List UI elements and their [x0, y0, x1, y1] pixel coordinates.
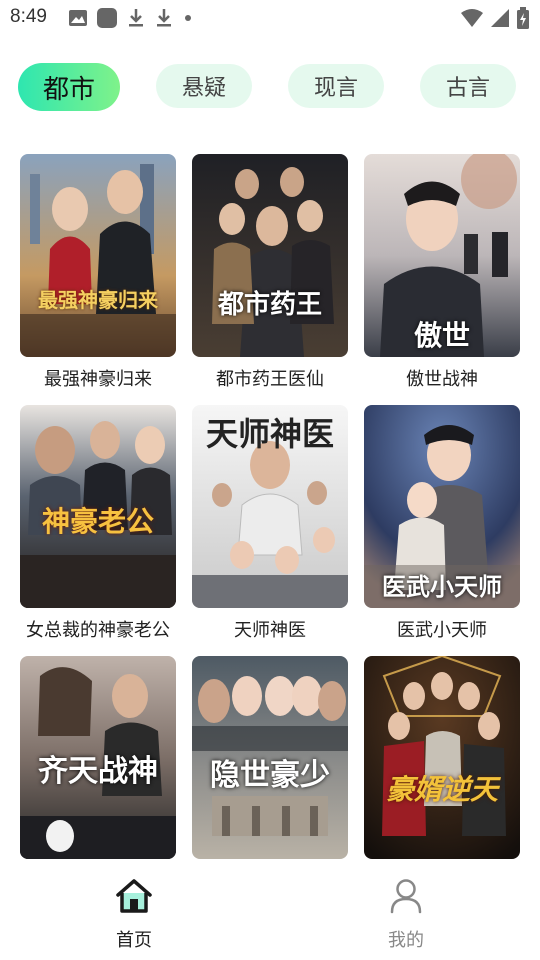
- drama-poster: 神豪老公: [20, 405, 176, 608]
- poster-title-text: 神豪老公: [41, 505, 154, 538]
- drama-card[interactable]: 天师神医 天师神医: [192, 405, 348, 642]
- poster-title-text: 天师神医: [205, 415, 334, 453]
- nav-home[interactable]: 首页: [64, 860, 204, 960]
- drama-poster: 天师神医: [192, 405, 348, 608]
- drama-card[interactable]: 齐天战神: [20, 656, 176, 859]
- bottom-nav: 首页 我的: [0, 860, 540, 960]
- drama-title: 医武小天师: [397, 620, 487, 641]
- drama-poster: 医武小天师: [364, 405, 520, 608]
- drama-title: 最强神豪归来: [44, 369, 152, 390]
- drama-card[interactable]: 神豪老公 女总裁的神豪老公: [20, 405, 176, 642]
- person-icon: [390, 879, 422, 914]
- poster-title-text: 齐天战神: [38, 754, 158, 789]
- nav-mine[interactable]: 我的: [336, 860, 476, 960]
- drama-card[interactable]: 豪婿逆天: [364, 656, 520, 859]
- poster-title-text: 豪婿逆天: [385, 773, 498, 806]
- home-icon: [116, 879, 152, 913]
- drama-poster: 傲世: [364, 154, 520, 357]
- drama-card[interactable]: 医武小天师 医武小天师: [364, 405, 520, 642]
- drama-card[interactable]: 隐世豪少: [192, 656, 348, 859]
- poster-image: [192, 154, 348, 357]
- drama-card[interactable]: 最强神豪归来 最强神豪归来: [20, 154, 176, 391]
- drama-card[interactable]: 都市药王 都市药王医仙: [192, 154, 348, 391]
- nav-mine-label: 我的: [388, 930, 424, 951]
- drama-title: 傲世战神: [406, 369, 478, 390]
- drama-title: 都市药王医仙: [216, 369, 324, 390]
- nav-home-label: 首页: [116, 930, 152, 951]
- drama-title: 女总裁的神豪老公: [26, 620, 170, 641]
- drama-grid: 最强神豪归来 最强神豪归来 都市药王 都市药王医仙 傲世 傲世战神 神豪老公 女…: [0, 0, 540, 860]
- drama-card[interactable]: 傲世 傲世战神: [364, 154, 520, 391]
- drama-title: 天师神医: [234, 620, 306, 641]
- poster-image: [20, 154, 176, 357]
- drama-poster: 齐天战神: [20, 656, 176, 859]
- poster-title-text: 医武小天师: [382, 572, 502, 601]
- poster-title-text: 都市药王: [217, 290, 322, 320]
- drama-poster: 都市药王: [192, 154, 348, 357]
- drama-poster: 隐世豪少: [192, 656, 348, 859]
- poster-title-text: 最强神豪归来: [38, 288, 158, 312]
- drama-poster: 最强神豪归来: [20, 154, 176, 357]
- poster-title-text: 傲世: [413, 319, 470, 352]
- poster-title-text: 隐世豪少: [210, 758, 330, 793]
- drama-poster: 豪婿逆天: [364, 656, 520, 859]
- poster-image: [364, 656, 520, 859]
